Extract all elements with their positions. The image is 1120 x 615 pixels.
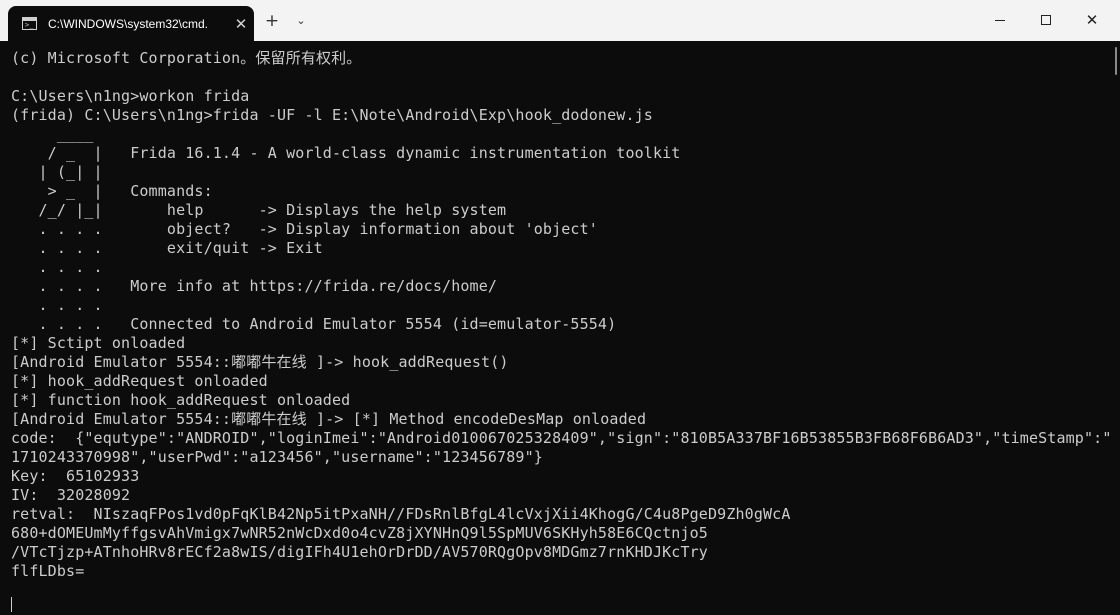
- terminal-line: . . . . More info at https://frida.re/do…: [11, 277, 498, 295]
- terminal-line: [Android Emulator 5554::嘟嘟牛在线 ]-> hook_a…: [11, 353, 509, 371]
- title-bar: >_ C:\WINDOWS\system32\cmd. ✕ + ⌄ ✕: [0, 0, 1120, 41]
- text-cursor: [11, 597, 12, 612]
- terminal-line: . . . . exit/quit -> Exit: [11, 239, 323, 257]
- tab-close-icon[interactable]: ✕: [230, 13, 252, 35]
- scrollbar[interactable]: [1115, 47, 1117, 75]
- terminal-line: 680+dOMEUmMyffgsvAhVmigx7wNR52nWcDxd0o4c…: [11, 524, 708, 542]
- chevron-down-icon[interactable]: ⌄: [289, 9, 313, 33]
- close-icon: ✕: [1085, 11, 1099, 29]
- terminal-line: flfLDbs=: [11, 562, 85, 580]
- cmd-icon: >_: [22, 17, 37, 30]
- terminal-line: . . . . Connected to Android Emulator 55…: [11, 315, 617, 333]
- terminal-line: ____: [11, 125, 94, 143]
- terminal-line: | (_| |: [11, 163, 103, 181]
- new-tab-button[interactable]: +: [260, 9, 284, 33]
- terminal-line: . . . .: [11, 258, 103, 276]
- terminal-lines: (c) Microsoft Corporation。保留所有权利。 C:\User…: [11, 49, 1111, 581]
- terminal-line: (frida) C:\Users\n1ng>frida -UF -l E:\No…: [11, 106, 653, 124]
- terminal-line: [*] hook_addRequest onloaded: [11, 372, 268, 390]
- terminal-output[interactable]: (c) Microsoft Corporation。保留所有权利。 C:\User…: [0, 41, 1120, 615]
- terminal-line: . . . .: [11, 296, 103, 314]
- terminal-line: (c) Microsoft Corporation。保留所有权利。: [11, 49, 362, 67]
- terminal-line: [*] Sctipt onloaded: [11, 334, 186, 352]
- terminal-line: /_/ |_| help -> Displays the help system: [11, 201, 507, 219]
- close-button[interactable]: ✕: [1069, 0, 1115, 41]
- tab-title: C:\WINDOWS\system32\cmd.: [48, 17, 209, 31]
- terminal-line: code: {"equtype":"ANDROID","loginImei":"…: [11, 429, 1111, 447]
- terminal-line: Key: 65102933: [11, 467, 140, 485]
- cmd-icon-prompt: >_: [25, 21, 34, 29]
- minimize-button[interactable]: [977, 0, 1023, 41]
- terminal-line: C:\Users\n1ng>workon frida: [11, 87, 250, 105]
- terminal-line: retval: NIszaqFPos1vd0pFqKlB42Np5itPxaNH…: [11, 505, 791, 523]
- maximize-button[interactable]: [1023, 0, 1069, 41]
- minimize-icon: [995, 20, 1005, 21]
- terminal-line: IV: 32028092: [11, 486, 131, 504]
- terminal-tab[interactable]: >_ C:\WINDOWS\system32\cmd. ✕: [8, 6, 254, 41]
- terminal-line: > _ | Commands:: [11, 182, 213, 200]
- terminal-line: /VTcTjzp+ATnhoHRv8rECf2a8wIS/digIFh4U1eh…: [11, 543, 708, 561]
- terminal-line: [Android Emulator 5554::嘟嘟牛在线 ]-> [*] Me…: [11, 410, 647, 428]
- terminal-line: [*] function hook_addRequest onloaded: [11, 391, 351, 409]
- terminal-line: . . . . object? -> Display information a…: [11, 220, 598, 238]
- terminal-line: 1710243370998","userPwd":"a123456","user…: [11, 448, 543, 466]
- terminal-line: / _ | Frida 16.1.4 - A world-class dynam…: [11, 144, 681, 162]
- maximize-icon: [1041, 15, 1051, 25]
